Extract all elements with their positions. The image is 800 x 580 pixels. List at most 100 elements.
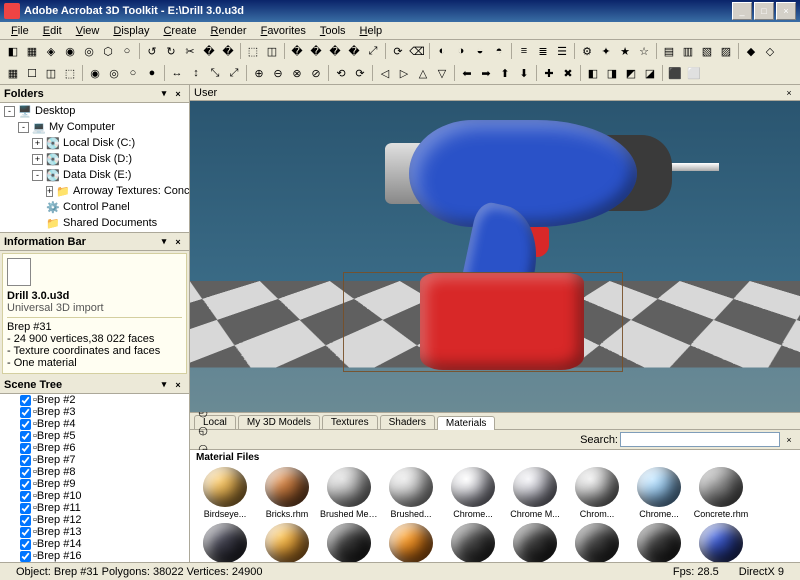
folders-tree[interactable]: -🖥️Desktop-💻My Computer+💽Local Disk (C:)… (0, 103, 189, 233)
toolbar-button[interactable]: ⬜ (685, 64, 703, 82)
toolbar-button[interactable]: ○ (118, 42, 136, 60)
toolbar-button[interactable]: ▦ (23, 42, 41, 60)
toolbar-button[interactable]: ◨ (603, 64, 621, 82)
toolbar-button[interactable]: � (288, 42, 306, 60)
close-panel-icon[interactable]: × (782, 433, 796, 447)
toolbar-button[interactable]: ↔ (168, 64, 186, 82)
scene-visibility-checkbox[interactable] (20, 395, 31, 406)
scene-item[interactable]: ▫Brep #5 (0, 430, 189, 442)
material-thumbnail[interactable]: Brushed... (382, 467, 440, 519)
folder-item[interactable]: -💽Data Disk (E:) (0, 167, 189, 183)
pin-icon[interactable]: ▾ (157, 87, 171, 101)
toolbar-button[interactable]: ⬛ (666, 64, 684, 82)
toolbar-button[interactable]: ⤢ (225, 64, 243, 82)
scene-visibility-checkbox[interactable] (20, 443, 31, 454)
toolbar-button[interactable]: ◒ (471, 42, 489, 60)
scene-visibility-checkbox[interactable] (20, 551, 31, 562)
toolbar-button[interactable]: ⤢ (364, 42, 382, 60)
toolbar-button[interactable]: ◁ (376, 64, 394, 82)
material-thumbnail[interactable] (444, 523, 502, 562)
toolbar-button[interactable]: ▽ (433, 64, 451, 82)
toolbar-button[interactable]: ★ (616, 42, 634, 60)
scene-visibility-checkbox[interactable] (20, 503, 31, 514)
folder-item[interactable]: -💻My Computer (0, 119, 189, 135)
scene-item[interactable]: ▫Brep #2 (0, 394, 189, 406)
toolbar-button[interactable]: ▤ (660, 42, 678, 60)
toolbar-button[interactable]: ◪ (641, 64, 659, 82)
toolbar-button[interactable]: � (326, 42, 344, 60)
scene-visibility-checkbox[interactable] (20, 419, 31, 430)
toolbar-button[interactable]: ▧ (698, 42, 716, 60)
toolbar-button[interactable]: ⊘ (307, 64, 325, 82)
toolbar-button[interactable]: ◑ (452, 42, 470, 60)
material-thumbnail[interactable] (196, 523, 254, 562)
toolbar-button[interactable]: ✚ (540, 64, 558, 82)
material-thumbnail[interactable] (382, 523, 440, 562)
folder-item[interactable]: ⚙️Control Panel (0, 199, 189, 215)
toolbar-button[interactable]: ⚙ (578, 42, 596, 60)
folder-item[interactable]: +💽Local Disk (C:) (0, 135, 189, 151)
toolbar-button[interactable]: ◆ (742, 42, 760, 60)
toolbar-button[interactable]: ≣ (534, 42, 552, 60)
menu-view[interactable]: View (69, 23, 107, 39)
menu-tools[interactable]: Tools (313, 23, 353, 39)
scene-visibility-checkbox[interactable] (20, 479, 31, 490)
material-thumbnail[interactable]: Chrome... (630, 467, 688, 519)
toolbar-button[interactable]: ☆ (635, 42, 653, 60)
scene-item[interactable]: ▫Brep #14 (0, 538, 189, 550)
toolbar-button[interactable]: ▥ (679, 42, 697, 60)
toolbar-button[interactable]: ⬚ (61, 64, 79, 82)
menu-edit[interactable]: Edit (36, 23, 69, 39)
toolbar-button[interactable]: ◉ (61, 42, 79, 60)
scene-item[interactable]: ▫Brep #8 (0, 466, 189, 478)
toolbar-button[interactable]: ▨ (717, 42, 735, 60)
toolbar-button[interactable]: � (307, 42, 325, 60)
toolbar-button[interactable]: ◧ (584, 64, 602, 82)
scene-item[interactable]: ▫Brep #4 (0, 418, 189, 430)
scene-item[interactable]: ▫Brep #16 (0, 550, 189, 562)
scene-visibility-checkbox[interactable] (20, 467, 31, 478)
scene-item[interactable]: ▫Brep #13 (0, 526, 189, 538)
scene-visibility-checkbox[interactable] (20, 539, 31, 550)
toolbar-button[interactable]: ⟳ (351, 64, 369, 82)
toolbar-button[interactable]: ⬡ (99, 42, 117, 60)
scene-visibility-checkbox[interactable] (20, 527, 31, 538)
toolbar-button[interactable]: ◵ (194, 422, 212, 440)
scene-visibility-checkbox[interactable] (20, 455, 31, 466)
toolbar-button[interactable]: ⊗ (288, 64, 306, 82)
folder-item[interactable]: +💽Data Disk (D:) (0, 151, 189, 167)
close-panel-icon[interactable]: × (171, 378, 185, 392)
toolbar-button[interactable]: ▦ (4, 64, 22, 82)
scene-item[interactable]: ▫Brep #9 (0, 478, 189, 490)
material-thumbnail[interactable] (568, 523, 626, 562)
toolbar-button[interactable]: ✂ (181, 42, 199, 60)
toolbar-button[interactable]: ⊕ (250, 64, 268, 82)
toolbar-button[interactable]: ◈ (42, 42, 60, 60)
scene-visibility-checkbox[interactable] (20, 491, 31, 502)
scene-item[interactable]: ▫Brep #10 (0, 490, 189, 502)
toolbar-button[interactable]: ⊖ (269, 64, 287, 82)
toolbar-button[interactable]: ▷ (395, 64, 413, 82)
material-thumbnail[interactable]: Brushed Met... (320, 467, 378, 519)
toolbar-button[interactable]: ⤡ (206, 64, 224, 82)
3d-viewport[interactable] (190, 101, 800, 412)
toolbar-button[interactable]: � (219, 42, 237, 60)
toolbar-button[interactable]: ◓ (490, 42, 508, 60)
close-panel-icon[interactable]: × (782, 86, 796, 100)
toolbar-button[interactable]: ◩ (622, 64, 640, 82)
toolbar-button[interactable]: ☰ (553, 42, 571, 60)
material-thumbnail[interactable]: Bricks.rhm (258, 467, 316, 519)
toolbar-button[interactable]: ↻ (162, 42, 180, 60)
toolbar-button[interactable]: ➡ (477, 64, 495, 82)
pin-icon[interactable]: ▾ (157, 235, 171, 249)
toolbar-button[interactable]: ● (143, 64, 161, 82)
toolbar-button[interactable]: ⬅ (458, 64, 476, 82)
close-button[interactable]: × (776, 2, 796, 20)
material-thumbnail[interactable] (258, 523, 316, 562)
scene-item[interactable]: ▫Brep #7 (0, 454, 189, 466)
scene-visibility-checkbox[interactable] (20, 431, 31, 442)
menu-favorites[interactable]: Favorites (254, 23, 313, 39)
close-panel-icon[interactable]: × (171, 87, 185, 101)
toolbar-button[interactable]: ◫ (263, 42, 281, 60)
scene-item[interactable]: ▫Brep #6 (0, 442, 189, 454)
